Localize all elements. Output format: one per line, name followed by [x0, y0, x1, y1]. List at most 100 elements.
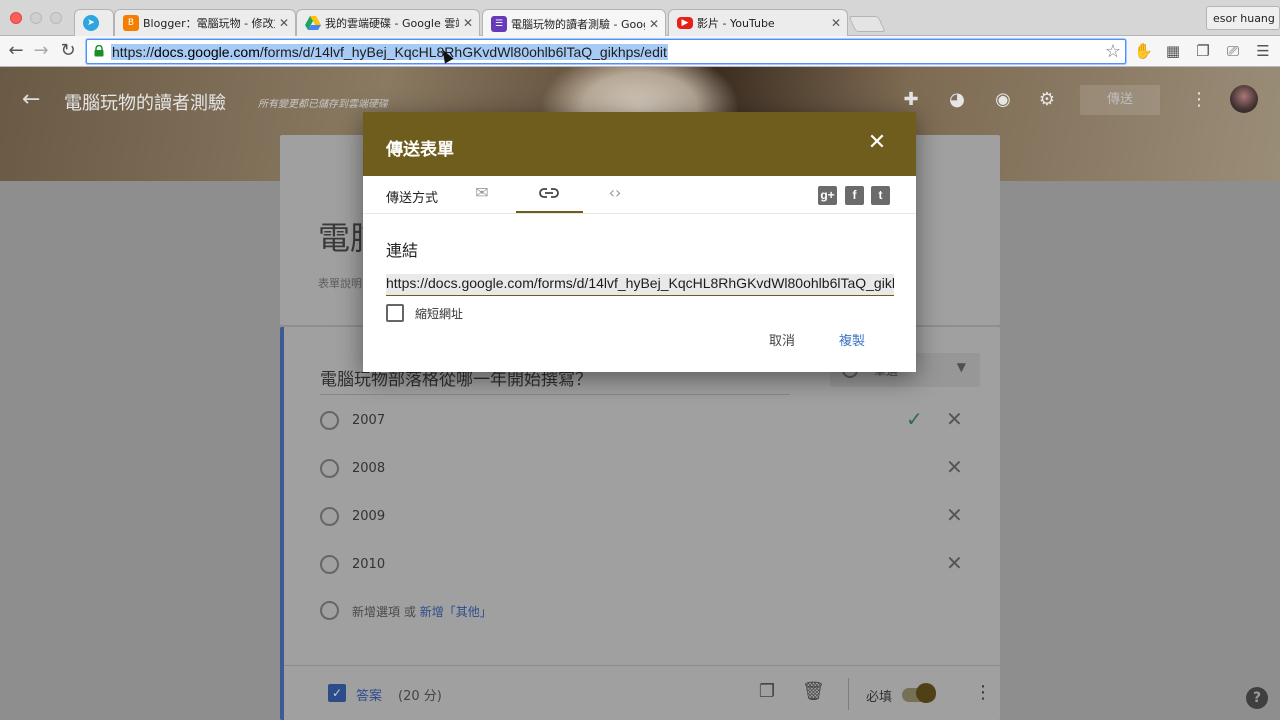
tab-title: 電腦玩物的讀者測驗 - Goog	[511, 17, 645, 31]
send-via-tabs: 傳送方式 ✉ ‹› g+ f t	[363, 176, 916, 214]
option-value[interactable]: 2008	[352, 461, 385, 476]
option-value[interactable]: 2007	[352, 413, 385, 428]
option-value[interactable]: 2009	[352, 509, 385, 524]
footer-divider	[848, 678, 849, 710]
back-arrow-icon[interactable]: ←	[22, 87, 40, 112]
cancel-button[interactable]: 取消	[759, 330, 805, 350]
add-option-text: 新增選項 或 新增「其他」	[352, 603, 492, 620]
google-plus-icon[interactable]: g+	[818, 186, 837, 205]
lock-icon	[94, 45, 104, 57]
or-text: 或	[403, 605, 416, 619]
add-other-link[interactable]: 新增「其他」	[420, 605, 492, 619]
send-via-label: 傳送方式	[386, 191, 439, 206]
option-row: 2009 ✕	[320, 503, 963, 529]
tab-title: 影片 - YouTube	[697, 17, 775, 30]
option-value[interactable]: 2010	[352, 557, 385, 572]
remove-option-icon[interactable]: ✕	[946, 455, 963, 479]
remove-option-icon[interactable]: ✕	[946, 551, 963, 575]
youtube-icon: ▶	[677, 17, 693, 29]
answer-key-icon[interactable]: ✓	[328, 684, 346, 702]
option-radio-icon	[320, 507, 339, 526]
link-section-label: 連結	[386, 241, 419, 260]
close-icon[interactable]: ✕	[866, 132, 888, 154]
twitter-icon[interactable]: t	[871, 186, 890, 205]
extension-hand-icon[interactable]: ✋	[1134, 42, 1153, 60]
blogger-icon: B	[123, 15, 139, 31]
url-scheme: https://	[112, 44, 155, 60]
cast-icon[interactable]: ⎚	[1224, 42, 1242, 60]
close-window-button[interactable]	[10, 12, 22, 24]
avatar[interactable]	[1230, 85, 1258, 113]
required-label: 必填	[866, 690, 893, 705]
correct-check-icon[interactable]: ✓	[906, 407, 923, 431]
tab-embed-icon[interactable]: ‹›	[604, 182, 626, 204]
tab-email-icon[interactable]: ✉	[471, 182, 493, 204]
save-status: 所有變更都已儲存到雲端硬碟	[258, 99, 388, 110]
telegram-icon: ➤	[83, 15, 99, 31]
close-tab-icon[interactable]: ✕	[831, 16, 841, 30]
reload-icon[interactable]: ↻	[57, 40, 79, 62]
browser-tab-blogger[interactable]: B Blogger：電腦玩物 - 修改文 ✕	[114, 9, 296, 36]
option-radio-icon	[320, 459, 339, 478]
question-footer: ✓ 答案 (20 分) ❐ 🗑 必填 ⋮	[284, 665, 1000, 720]
active-tab-indicator	[516, 211, 583, 213]
add-option-link[interactable]: 新增選項	[352, 605, 400, 619]
option-radio-icon	[320, 601, 339, 620]
question-card: 電腦玩物部落格從哪一年開始撰寫？ 單選 ▼ 2007 ✓ ✕ 2008 ✕ 20…	[280, 327, 1000, 720]
zoom-window-button[interactable]	[50, 12, 62, 24]
required-toggle-knob[interactable]	[916, 683, 936, 703]
facebook-icon[interactable]: f	[845, 186, 864, 205]
tab-link-icon[interactable]	[538, 182, 560, 204]
copy-button[interactable]: 複製	[829, 330, 875, 350]
link-url-field[interactable]: https://docs.google.com/forms/d/14lvf_hy…	[386, 274, 894, 296]
shorten-url-label[interactable]: 縮短網址	[415, 305, 463, 322]
dropdown-caret-icon: ▼	[956, 360, 966, 374]
dialog-title: 傳送表單	[386, 140, 454, 160]
settings-gear-icon[interactable]: ⚙	[1036, 89, 1058, 111]
browser-tab-forms[interactable]: ☰ 電腦玩物的讀者測驗 - Goog ✕	[482, 9, 666, 37]
address-bar[interactable]: https://docs.google.com/forms/d/14lvf_hy…	[86, 39, 1126, 64]
help-icon[interactable]: ?	[1246, 687, 1268, 709]
browser-toolbar: ← → ↻ https://docs.google.com/forms/d/14…	[0, 36, 1280, 67]
palette-icon[interactable]: ◕	[946, 89, 968, 111]
url-host: docs.google.com	[154, 44, 260, 60]
points-label: (20 分)	[398, 689, 442, 704]
url-path: /forms/d/14lvf_hyBej_KqcHL8RhGKvdWl80ohl…	[259, 44, 667, 60]
browser-tab-youtube[interactable]: ▶ 影片 - YouTube ✕	[668, 9, 848, 36]
close-tab-icon[interactable]: ✕	[463, 16, 473, 30]
browser-tab-telegram[interactable]: ➤	[74, 9, 114, 36]
preview-eye-icon[interactable]: ◉	[992, 89, 1014, 111]
question-more-icon[interactable]: ⋮	[974, 682, 992, 703]
tab-title: Blogger：電腦玩物 - 修改文	[143, 17, 275, 30]
tab-title: 我的雲端硬碟 - Google 雲端	[325, 17, 459, 30]
option-radio-icon	[320, 411, 339, 430]
answer-key-button[interactable]: 答案	[356, 685, 382, 704]
forward-icon[interactable]: →	[30, 40, 52, 62]
add-option-row: 新增選項 或 新增「其他」	[320, 599, 960, 623]
close-tab-icon[interactable]: ✕	[649, 17, 659, 31]
new-tab-button[interactable]	[848, 16, 886, 32]
back-icon[interactable]: ←	[5, 40, 27, 62]
menu-icon[interactable]: ☰	[1254, 42, 1272, 60]
bookmark-star-icon[interactable]: ☆	[1105, 41, 1121, 62]
duplicate-icon[interactable]: ❐	[756, 681, 778, 703]
extension-copy-icon[interactable]: ❐	[1194, 42, 1212, 60]
addons-puzzle-icon[interactable]: ✚	[900, 89, 922, 111]
close-tab-icon[interactable]: ✕	[279, 16, 289, 30]
title-card-description[interactable]: 表單說明	[318, 275, 362, 291]
option-row: 2010 ✕	[320, 551, 963, 577]
browser-tab-strip: ➤ B Blogger：電腦玩物 - 修改文 ✕ 我的雲端硬碟 - Google…	[0, 0, 1280, 37]
more-vert-icon[interactable]: ⋮	[1188, 89, 1210, 111]
drive-icon	[305, 15, 321, 31]
profile-button[interactable]: esor huang	[1206, 6, 1280, 30]
remove-option-icon[interactable]: ✕	[946, 503, 963, 527]
option-radio-icon	[320, 555, 339, 574]
send-button[interactable]: 傳送	[1080, 85, 1160, 115]
send-form-dialog: 傳送表單 ✕ 傳送方式 ✉ ‹› g+ f t 連結 https://docs.…	[363, 112, 916, 372]
shorten-url-checkbox[interactable]	[386, 304, 404, 322]
remove-option-icon[interactable]: ✕	[946, 407, 963, 431]
minimize-window-button[interactable]	[30, 12, 42, 24]
delete-trash-icon[interactable]: 🗑	[802, 681, 825, 703]
browser-tab-drive[interactable]: 我的雲端硬碟 - Google 雲端 ✕	[296, 9, 480, 36]
extension-film-icon[interactable]: ▦	[1164, 42, 1182, 60]
